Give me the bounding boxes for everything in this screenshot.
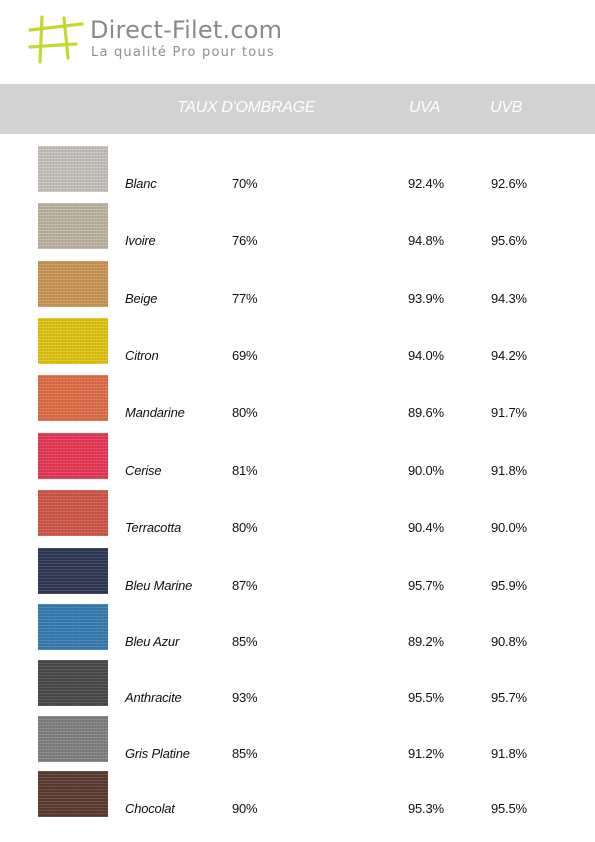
uvb-value: 91.8%: [491, 746, 527, 761]
shade-rate: 85%: [232, 634, 258, 649]
uva-value: 89.2%: [408, 634, 444, 649]
uva-value: 94.8%: [408, 233, 444, 248]
color-swatch: [38, 660, 108, 706]
uva-value: 94.0%: [408, 348, 444, 363]
color-swatch: [38, 771, 108, 817]
shade-rate: 69%: [232, 348, 258, 363]
color-name: Citron: [125, 348, 159, 363]
uvb-value: 92.6%: [491, 176, 527, 191]
shade-rate: 77%: [232, 291, 258, 306]
color-swatch: [38, 433, 108, 479]
uva-value: 92.4%: [408, 176, 444, 191]
uva-value: 95.7%: [408, 578, 444, 593]
shade-rate: 93%: [232, 690, 258, 705]
color-swatch: [38, 548, 108, 594]
shade-rate: 81%: [232, 463, 258, 478]
color-name: Cerise: [125, 463, 162, 478]
color-name: Bleu Marine: [125, 578, 193, 593]
uvb-value: 90.8%: [491, 634, 527, 649]
color-swatch: [38, 318, 108, 364]
uva-value: 95.5%: [408, 690, 444, 705]
uva-value: 90.4%: [408, 520, 444, 535]
uvb-value: 95.6%: [491, 233, 527, 248]
uva-value: 93.9%: [408, 291, 444, 306]
table-row: Gris Platine 85% 91.2% 91.8%: [0, 716, 595, 772]
uvb-value: 94.3%: [491, 291, 527, 306]
shade-rate: 80%: [232, 520, 258, 535]
table-row: Cerise 81% 90.0% 91.8%: [0, 433, 595, 489]
shade-rate: 87%: [232, 578, 258, 593]
color-name: Ivoire: [125, 233, 156, 248]
color-name: Bleu Azur: [125, 634, 180, 649]
uvb-value: 91.7%: [491, 405, 527, 420]
table-row: Beige 77% 93.9% 94.3%: [0, 261, 595, 317]
uvb-value: 95.9%: [491, 578, 527, 593]
color-name: Anthracite: [125, 690, 182, 705]
table-row: Blanc 70% 92.4% 92.6%: [0, 146, 595, 202]
table-row: Bleu Marine 87% 95.7% 95.9%: [0, 548, 595, 604]
color-swatch: [38, 146, 108, 192]
uva-value: 89.6%: [408, 405, 444, 420]
color-table: Blanc 70% 92.4% 92.6% Ivoire 76% 94.8% 95.6% Bei…: [0, 0, 595, 842]
uvb-value: 95.7%: [491, 690, 527, 705]
uvb-value: 95.5%: [491, 801, 527, 816]
color-name: Terracotta: [125, 520, 182, 535]
color-swatch: [38, 490, 108, 536]
uvb-value: 94.2%: [491, 348, 527, 363]
table-row: Bleu Azur 85% 89.2% 90.8%: [0, 604, 595, 660]
shade-rate: 76%: [232, 233, 258, 248]
color-name: Beige: [125, 291, 158, 306]
uva-value: 95.3%: [408, 801, 444, 816]
color-swatch: [38, 203, 108, 249]
uvb-value: 90.0%: [491, 520, 527, 535]
shade-rate: 80%: [232, 405, 258, 420]
table-row: Terracotta 80% 90.4% 90.0%: [0, 490, 595, 546]
color-name: Blanc: [125, 176, 157, 191]
color-swatch: [38, 716, 108, 762]
shade-rate: 70%: [232, 176, 258, 191]
table-row: Ivoire 76% 94.8% 95.6%: [0, 203, 595, 259]
uva-value: 90.0%: [408, 463, 444, 478]
shade-rate: 85%: [232, 746, 258, 761]
table-row: Citron 69% 94.0% 94.2%: [0, 318, 595, 374]
table-row: Mandarine 80% 89.6% 91.7%: [0, 375, 595, 431]
uvb-value: 91.8%: [491, 463, 527, 478]
color-name: Chocolat: [125, 801, 175, 816]
color-swatch: [38, 604, 108, 650]
color-name: Mandarine: [125, 405, 185, 420]
color-swatch: [38, 375, 108, 421]
color-swatch: [38, 261, 108, 307]
table-row: Chocolat 90% 95.3% 95.5%: [0, 771, 595, 827]
shade-rate: 90%: [232, 801, 258, 816]
color-name: Gris Platine: [125, 746, 190, 761]
table-row: Anthracite 93% 95.5% 95.7%: [0, 660, 595, 716]
uva-value: 91.2%: [408, 746, 444, 761]
